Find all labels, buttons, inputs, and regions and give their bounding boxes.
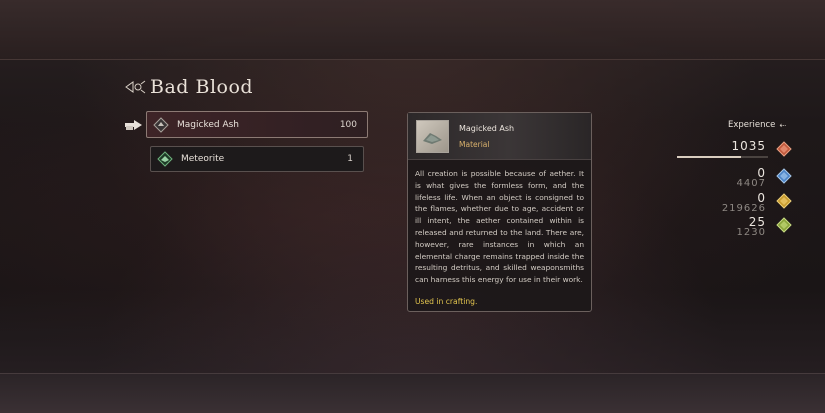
experience-header: Experience ⇠	[728, 120, 786, 130]
item-type: Material	[459, 139, 490, 149]
item-usage: Used in crafting.	[415, 297, 478, 306]
experience-row-3: 0 219626	[660, 191, 795, 214]
item-count: 100	[339, 119, 357, 130]
page-header: Bad Blood	[124, 76, 253, 98]
ash-pile-icon	[423, 132, 442, 144]
card-header: Magicked Ash Material	[408, 113, 591, 160]
item-thumbnail	[416, 119, 449, 153]
item-description: All creation is possible because of aeth…	[415, 169, 584, 285]
cycle-arrow-icon: ⇠	[779, 120, 787, 130]
item-detail-card: Magicked Ash Material All creation is po…	[407, 112, 592, 312]
experience-bar	[677, 156, 768, 158]
water-gem-icon	[776, 168, 792, 184]
magicked-ash-icon	[153, 116, 169, 133]
bottom-band	[0, 373, 825, 413]
experience-bar-fill	[677, 156, 741, 158]
fire-gem-icon	[776, 141, 792, 157]
item-name: Magicked Ash	[459, 123, 515, 133]
wind-gem-icon	[776, 217, 792, 233]
experience-row-4: 25 1230	[660, 215, 795, 238]
experience-value: 1035	[731, 139, 766, 153]
ornament-icon	[125, 80, 146, 94]
list-item-meteorite[interactable]: Meteorite 1	[150, 146, 364, 172]
experience-label: Experience	[728, 120, 776, 130]
hand-pointer-icon	[125, 120, 142, 130]
experience-row-2: 0 4407	[660, 166, 795, 189]
item-label: Meteorite	[181, 154, 225, 164]
experience-row-1: 1035	[660, 139, 795, 159]
item-label: Magicked Ash	[177, 119, 239, 130]
meteorite-icon	[157, 151, 173, 167]
page-title: Bad Blood	[150, 76, 254, 98]
experience-subvalue: 4407	[736, 178, 766, 189]
item-count: 1	[347, 154, 353, 164]
list-item-magicked-ash[interactable]: Magicked Ash 100	[146, 111, 368, 138]
earth-gem-icon	[776, 193, 792, 209]
experience-subvalue: 1230	[736, 227, 766, 238]
experience-subvalue: 219626	[721, 203, 766, 214]
top-band	[0, 0, 825, 60]
